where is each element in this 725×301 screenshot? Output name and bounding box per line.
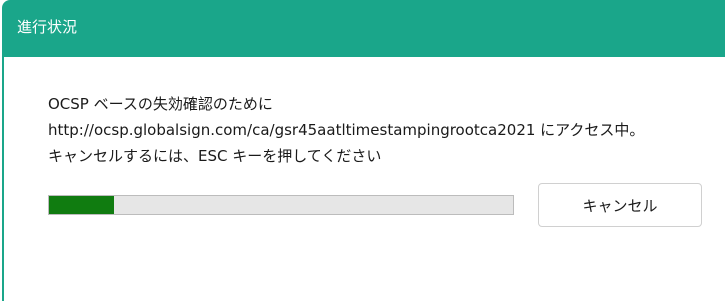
cancel-button[interactable]: キャンセル (538, 183, 702, 227)
message-line-1: OCSP ベースの失効確認のために (48, 95, 273, 113)
progress-bar-fill (49, 196, 114, 214)
message-line-3: キャンセルするには、ESC キーを押してください (48, 147, 382, 165)
progress-dialog: 進行状況 OCSP ベースの失効確認のために http://ocsp.globa… (0, 0, 725, 301)
progress-bar (48, 195, 514, 215)
title-bar: 進行状況 (2, 0, 725, 57)
status-message: OCSP ベースの失効確認のために http://ocsp.globalsign… (48, 91, 718, 169)
message-line-2: http://ocsp.globalsign.com/ca/gsr45aatlt… (48, 121, 645, 139)
dialog-title: 進行状況 (17, 18, 78, 36)
